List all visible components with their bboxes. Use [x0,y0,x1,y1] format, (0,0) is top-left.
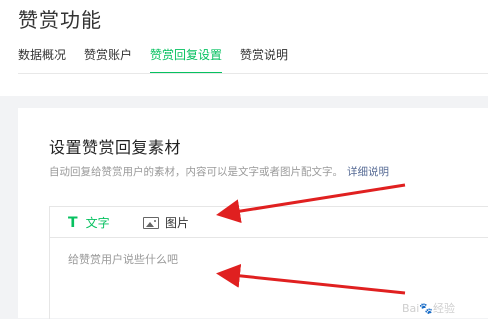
image-tool-label: 图片 [165,216,190,230]
reply-settings-card: 设置赞赏回复素材 自动回复给赞赏用户的素材，内容可以是文字或者图片配文字。 详细说… [18,108,488,319]
reply-text-input[interactable]: 给赞赏用户说些什么吧 [68,251,178,267]
detail-link[interactable]: 详细说明 [347,166,389,178]
text-tool-button[interactable]: T 文字 [68,214,110,231]
text-tool-label: 文字 [85,216,110,230]
page-header: 赞赏功能 数据概况 赞赏账户 赞赏回复设置 赞赏说明 [0,0,488,96]
page-title: 赞赏功能 [18,8,102,32]
tab-bar: 数据概况 赞赏账户 赞赏回复设置 赞赏说明 [18,46,306,74]
tab-reward-description[interactable]: 赞赏说明 [240,46,288,74]
tab-reward-account[interactable]: 赞赏账户 [84,46,132,74]
tab-data-overview[interactable]: 数据概况 [18,46,66,74]
watermark: Bai🐾经验 [402,302,456,315]
image-icon [143,216,159,229]
editor-toolbar: T 文字 图片 [50,207,488,238]
image-tool-button[interactable]: 图片 [143,214,189,231]
tab-reward-reply-settings[interactable]: 赞赏回复设置 [150,46,223,74]
text-icon: T [68,214,78,231]
section-description: 自动回复给赞赏用户的素材，内容可以是文字或者图片配文字。 详细说明 [49,164,389,179]
section-title: 设置赞赏回复素材 [49,138,182,157]
tab-divider [18,73,488,74]
section-description-text: 自动回复给赞赏用户的素材，内容可以是文字或者图片配文字。 [49,166,343,178]
